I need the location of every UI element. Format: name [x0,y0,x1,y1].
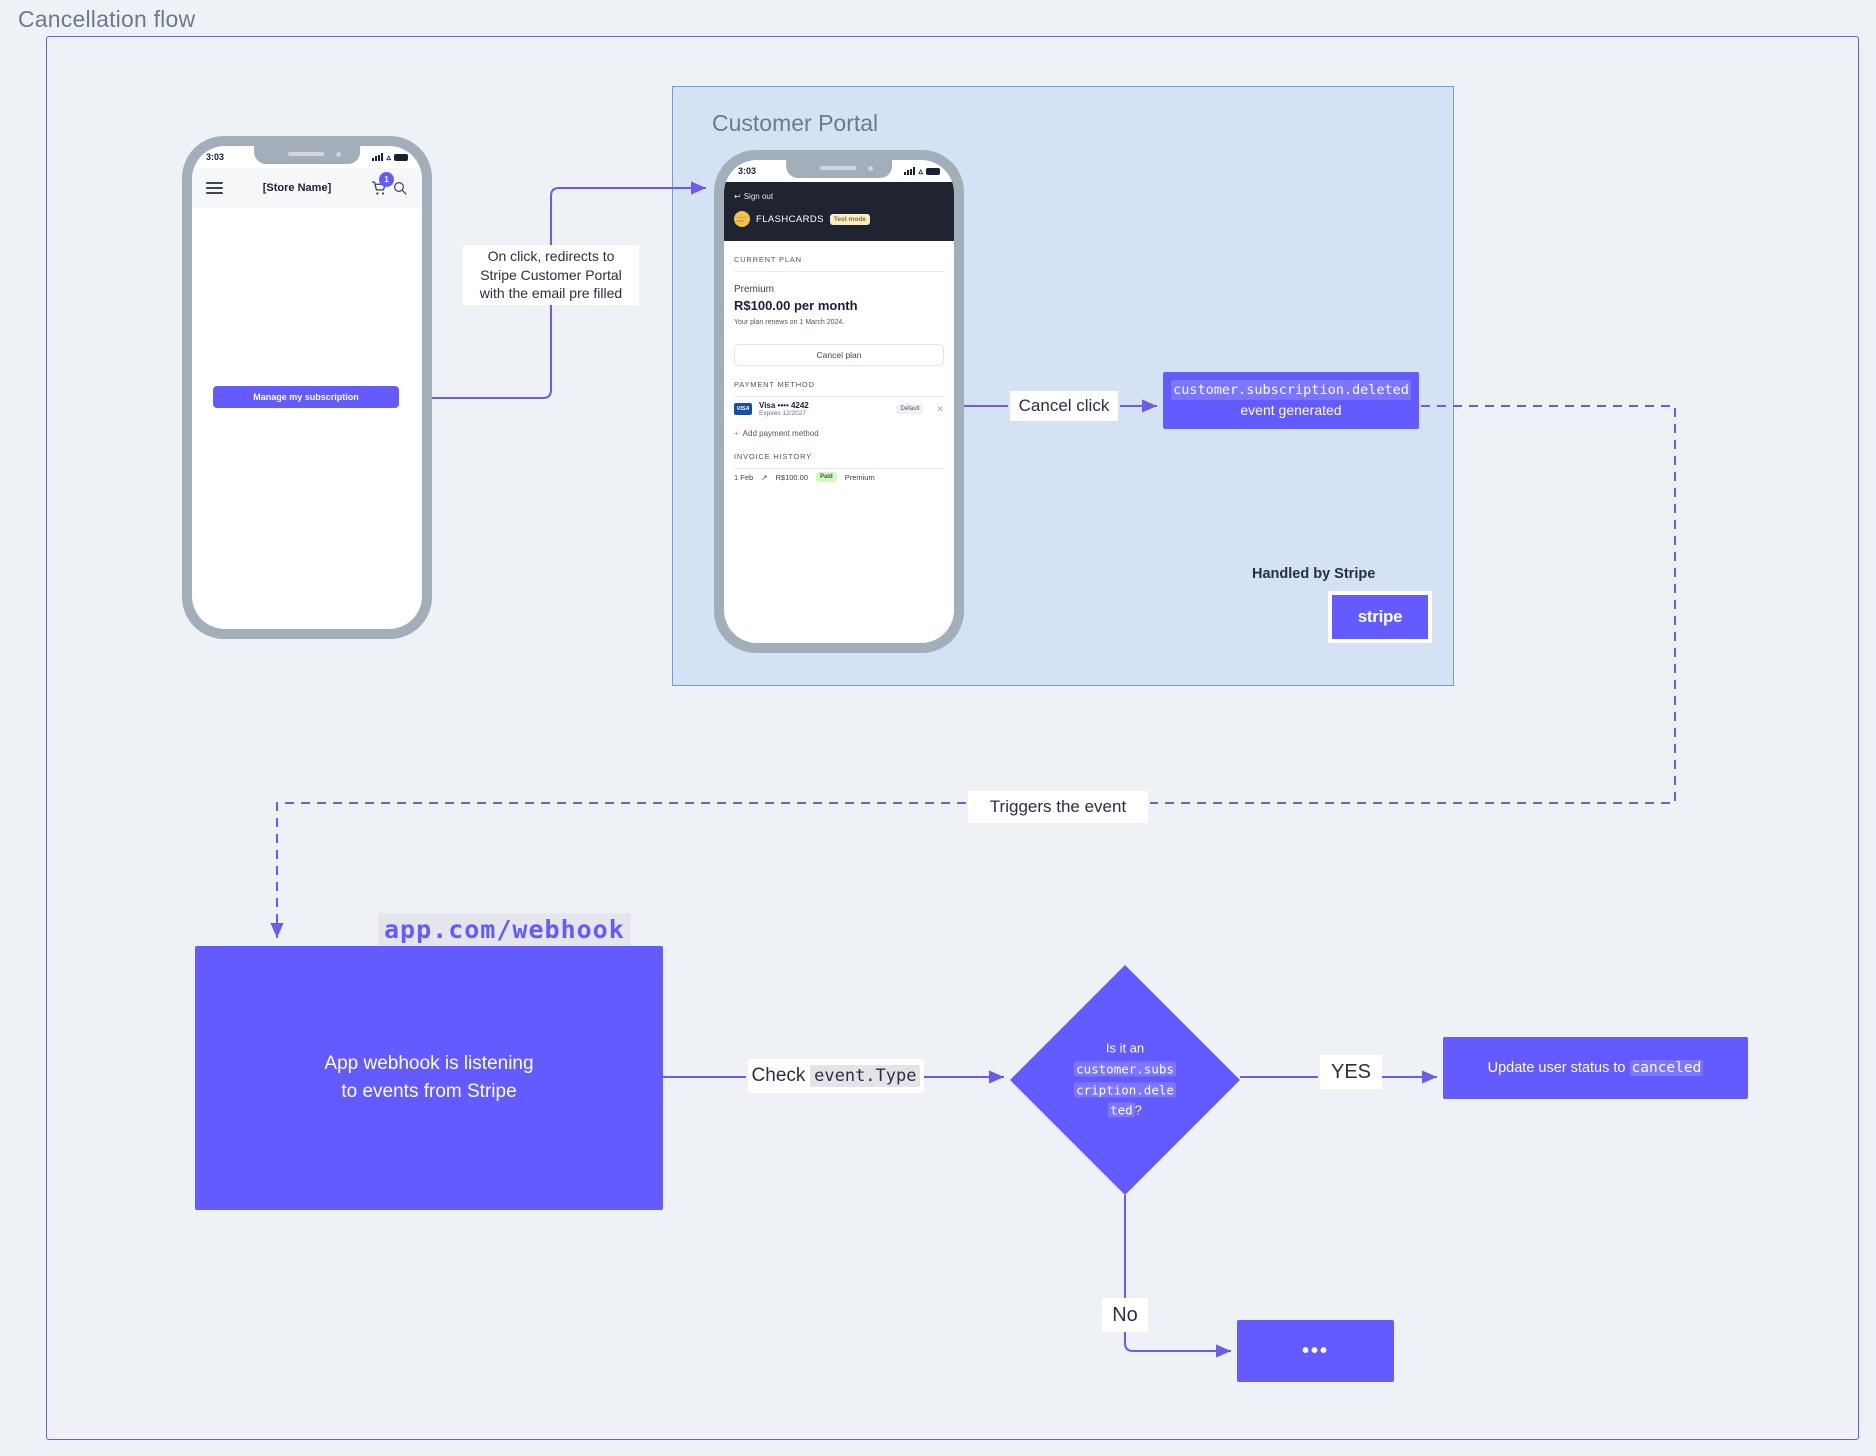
visa-card-icon: VISA [734,403,752,415]
brand-name: FLASHCARDS [756,213,824,225]
plus-icon: + [734,429,739,438]
payment-method-row[interactable]: VISA Visa •••• 4242 Expires 12/2027 Defa… [734,397,944,421]
hamburger-icon[interactable] [206,182,223,194]
sign-out-label: Sign out [743,192,774,201]
app-webhook-line1: App webhook is listening [324,1053,534,1075]
add-payment-method-link[interactable]: + Add payment method [734,429,944,438]
decision-code-3: ted [1108,1102,1135,1118]
cancel-click-label: Cancel click [1010,391,1118,421]
canceled-code: canceled [1629,1060,1704,1076]
event-generated-text: event generated [1240,402,1342,419]
webhook-url-label: app.com/webhook [378,913,631,946]
event-generated-node: customer.subscription.deleted event gene… [1163,372,1419,429]
test-mode-badge: Test mode [829,213,870,225]
invoice-row[interactable]: 1 Feb ↗ R$100.00 Paid Premium [734,469,944,482]
divider [734,271,944,272]
signal-icon [372,153,384,161]
decision-diamond-text: Is it an customer.subs cription.dele ted… [1050,1038,1200,1121]
ellipsis-node: ••• [1237,1320,1394,1382]
redirect-annotation: On click, redirects to Stripe Customer P… [463,245,639,305]
customer-portal-group-title: Customer Portal [712,110,879,136]
portal-body: CURRENT PLAN Premium R$100.00 per month … [724,241,954,482]
status-bar: 3:03 ▵ [192,146,422,168]
cancel-plan-button[interactable]: Cancel plan [734,344,944,366]
yes-branch-label: YES [1320,1055,1382,1089]
current-plan-label: CURRENT PLAN [734,255,802,264]
invoice-status-badge: Paid [816,472,837,482]
close-icon[interactable]: ✕ [936,404,944,415]
wifi-icon: ▵ [386,151,391,162]
store-phone-mockup: 3:03 ▵ [Store Name] 1 Manage my subscrip… [182,136,432,639]
decision-suffix: ? [1134,1102,1142,1118]
stripe-logo-frame: stripe [1328,591,1432,643]
plan-name: Premium [734,284,775,295]
brand-row: FLASHCARDS Test mode [734,211,944,227]
add-payment-method-label: Add payment method [742,429,819,438]
redirect-annotation-line2: Stripe Customer Portal [480,266,622,283]
manage-my-subscription-button[interactable]: Manage my subscription [213,386,399,408]
store-app-bar: [Store Name] 1 [192,168,422,208]
invoice-date: 1 Feb [734,472,754,482]
cart-badge: 1 [379,171,394,187]
decision-line1: Is it an [1105,1040,1145,1056]
invoice-history-label: INVOICE HISTORY [734,452,812,461]
page-title: Cancellation flow [18,6,196,32]
status-time: 3:03 [206,152,225,162]
customer-portal-phone-mockup: 3:03 ▵ ↩ Sign out FLASHCARDS Test mode C… [714,150,964,653]
portal-header: ↩ Sign out FLASHCARDS Test mode [724,182,954,241]
wifi-icon: ▵ [918,165,923,176]
update-user-status-node: Update user status to canceled [1443,1037,1748,1099]
invoice-amount: R$100.00 [775,472,809,482]
decision-code-1: customer.subs [1074,1061,1176,1077]
decision-code-2: cription.dele [1074,1082,1176,1097]
store-phone-screen: 3:03 ▵ [Store Name] 1 Manage my subscrip… [192,146,422,629]
portal-phone-screen: 3:03 ▵ ↩ Sign out FLASHCARDS Test mode C… [724,160,954,643]
flashcards-logo-icon [734,211,750,227]
no-branch-label: No [1102,1298,1148,1332]
triggers-the-event-label: Triggers the event [968,791,1148,823]
sign-out-link[interactable]: ↩ Sign out [734,192,944,201]
back-arrow-icon: ↩ [734,192,741,201]
check-prefix: Check [751,1065,806,1086]
check-event-type-label: Check event.Type [748,1059,924,1093]
invoice-plan: Premium [844,472,875,482]
stripe-logo: stripe [1332,595,1428,639]
plan-renewal-note: Your plan renews on 1 March 2024. [734,319,845,326]
redirect-annotation-line3: with the email pre filled [479,285,623,302]
card-expiry: Expires 12/2027 [759,410,806,417]
search-icon[interactable] [392,180,408,196]
handled-by-stripe-label: Handled by Stripe [1252,566,1376,582]
payment-method-label: PAYMENT METHOD [734,380,815,389]
signal-icon [904,167,916,175]
app-webhook-line2: to events from Stripe [341,1081,517,1102]
card-number: Visa •••• 4242 [759,401,809,410]
decision-diamond: Is it an customer.subs cription.dele ted… [1010,965,1240,1195]
event-name-code: customer.subscription.deleted [1171,379,1411,401]
update-status-prefix: Update user status to [1487,1060,1626,1076]
plan-price: R$100.00 per month [734,298,858,313]
diagram-canvas: Cancellation flow Customer Portal 3:03 ▵… [0,0,1876,1456]
battery-icon [394,153,408,161]
status-bar: 3:03 ▵ [724,160,954,182]
store-name-label: [Store Name] [262,182,332,194]
battery-icon [926,167,940,175]
app-webhook-node: App webhook is listening to events from … [195,946,663,1210]
status-time: 3:03 [738,166,757,176]
redirect-annotation-line1: On click, redirects to [487,247,615,264]
event-type-code: event.Type [810,1065,921,1087]
external-link-icon[interactable]: ↗ [761,473,767,482]
default-badge: Default [896,404,924,414]
